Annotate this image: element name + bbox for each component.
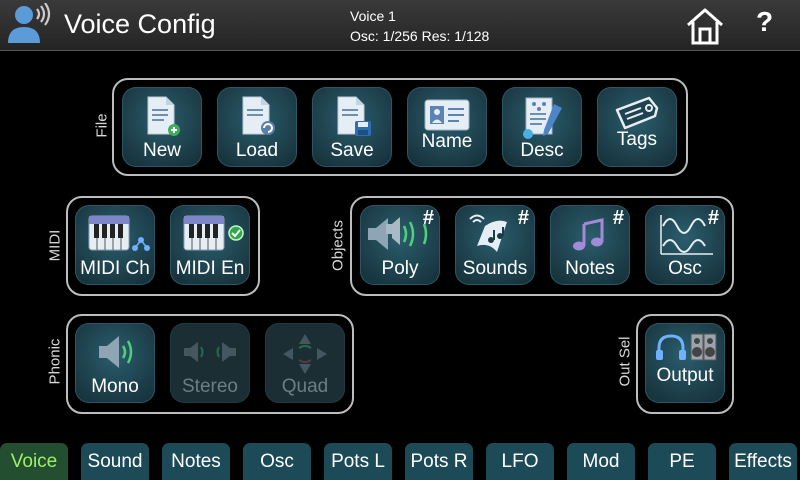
osc-button[interactable]: # Osc xyxy=(645,205,725,285)
midi-ch-button[interactable]: MIDI Ch xyxy=(75,205,155,285)
tab-effects[interactable]: Effects xyxy=(729,443,797,480)
voice-info: Voice 1 Osc: 1/256 Res: 1/128 xyxy=(350,6,489,46)
quad-button[interactable]: Quad xyxy=(265,323,345,403)
midi-ch-button-label: MIDI Ch xyxy=(80,258,150,279)
tab-pots-r[interactable]: Pots R xyxy=(405,443,473,480)
load-document-icon xyxy=(242,96,275,135)
sounds-icon xyxy=(469,214,507,252)
quad-button-label: Quad xyxy=(281,376,329,397)
poly-button[interactable]: # Poly xyxy=(360,205,440,285)
osc-button-label: Osc xyxy=(668,258,702,279)
notes-hash-badge: # xyxy=(612,207,624,229)
desc-button-label: Desc xyxy=(520,140,564,161)
desc-button[interactable]: Desc xyxy=(502,87,582,167)
phonic-group-label: Phonic xyxy=(46,338,64,385)
notes-button-label: Notes xyxy=(565,258,615,279)
sounds-button[interactable]: # Sounds xyxy=(455,205,535,285)
name-button[interactable]: Name xyxy=(407,87,487,167)
new-document-icon xyxy=(147,96,180,136)
page-title: Voice Config xyxy=(64,9,216,39)
voice-name: Voice 1 xyxy=(350,8,396,24)
save-document-icon xyxy=(337,96,371,136)
load-button[interactable]: Load xyxy=(217,87,297,167)
stereo-button[interactable]: Stereo xyxy=(170,323,250,403)
tags-button[interactable]: Tags xyxy=(597,87,677,167)
poly-button-label: Poly xyxy=(381,258,419,279)
speaker-icon xyxy=(99,336,133,368)
objects-group-label: Objects xyxy=(329,220,347,271)
stereo-button-label: Stereo xyxy=(182,376,238,397)
tab-lfo[interactable]: LFO xyxy=(486,443,554,480)
sounds-button-label: Sounds xyxy=(462,258,528,279)
outsel-group-label: Out Sel xyxy=(616,336,634,387)
header-bar: Voice Config Voice 1 Osc: 1/256 Res: 1/1… xyxy=(0,0,800,51)
midi-en-button[interactable]: MIDI En xyxy=(170,205,250,285)
midi-en-button-label: MIDI En xyxy=(175,258,245,279)
keyboard-channel-icon xyxy=(88,215,150,251)
poly-hash-badge: # xyxy=(422,207,434,229)
tab-pe[interactable]: PE xyxy=(648,443,716,480)
output-button-label: Output xyxy=(656,365,714,386)
save-button-label: Save xyxy=(330,140,374,161)
save-button[interactable]: Save xyxy=(312,87,392,167)
osc-hash-badge: # xyxy=(707,207,719,229)
new-button-label: New xyxy=(142,140,181,161)
file-group-label: File xyxy=(93,113,111,138)
headphones-speaker-icon xyxy=(656,333,717,361)
notes-button[interactable]: # Notes xyxy=(550,205,630,285)
tag-icon xyxy=(615,96,659,130)
tab-sound[interactable]: Sound xyxy=(81,443,149,480)
tab-pots-l[interactable]: Pots L xyxy=(324,443,392,480)
waveform-icon xyxy=(660,215,713,255)
sounds-hash-badge: # xyxy=(517,207,529,229)
stereo-icon xyxy=(184,342,236,362)
name-button-label: Name xyxy=(421,131,473,152)
tab-mod[interactable]: Mod xyxy=(567,443,635,480)
mono-button[interactable]: Mono xyxy=(75,323,155,403)
new-button[interactable]: New xyxy=(122,87,202,167)
keyboard-enabled-icon xyxy=(183,215,244,251)
tab-notes[interactable]: Notes xyxy=(162,443,230,480)
user-voice-icon[interactable] xyxy=(4,3,52,45)
music-notes-icon xyxy=(573,218,604,251)
load-button-label: Load xyxy=(235,140,279,161)
tab-voice[interactable]: Voice xyxy=(0,443,68,480)
midi-group-label: MIDI xyxy=(46,229,64,262)
help-icon[interactable]: ? xyxy=(756,6,773,38)
tags-button-label: Tags xyxy=(616,129,658,150)
description-icon xyxy=(523,97,562,139)
home-icon[interactable] xyxy=(684,5,726,47)
osc-res-status: Osc: 1/256 Res: 1/128 xyxy=(350,28,490,44)
output-button[interactable]: Output xyxy=(645,323,725,403)
quad-icon xyxy=(283,334,327,374)
tab-osc[interactable]: Osc xyxy=(243,443,311,480)
mono-button-label: Mono xyxy=(91,376,139,397)
